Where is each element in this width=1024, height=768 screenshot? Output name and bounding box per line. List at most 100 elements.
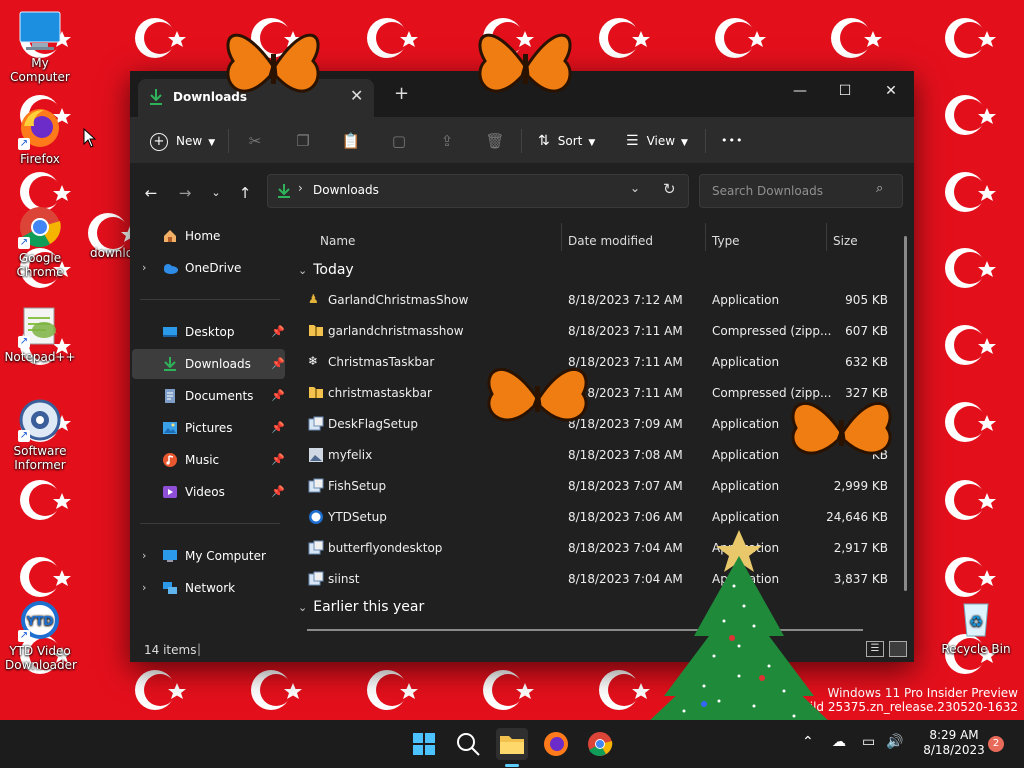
column-header-date-modified[interactable]: Date modified: [568, 229, 653, 253]
sidebar-item-network[interactable]: › Network: [132, 573, 285, 603]
volume-icon[interactable]: 🔊: [886, 734, 903, 750]
chevron-right-icon[interactable]: ›: [142, 253, 146, 283]
garland-icon: ♟: [308, 292, 319, 306]
cut-icon[interactable]: ✂: [243, 129, 267, 153]
search-icon[interactable]: ⌕: [876, 181, 883, 196]
chevron-down-icon: ▼: [208, 138, 216, 148]
status-divider: |: [197, 642, 202, 656]
column-header-size[interactable]: Size: [833, 229, 858, 253]
desktop-icon-google-chrome[interactable]: ↗ Google Chrome: [0, 205, 80, 279]
sort-button[interactable]: ⇅ Sort ▼: [538, 129, 595, 153]
column-header-name[interactable]: Name: [320, 229, 355, 253]
onedrive-offline-icon[interactable]: ☁: [832, 734, 846, 750]
table-row[interactable]: FishSetup 8/18/2023 7:07 AM Application …: [298, 471, 906, 502]
pin-icon[interactable]: 📌: [271, 317, 285, 347]
chevron-right-icon[interactable]: ›: [142, 541, 146, 571]
pin-icon[interactable]: 📌: [271, 413, 285, 443]
firefox-icon: ↗: [18, 106, 62, 150]
up-arrow-icon[interactable]: ↑: [233, 181, 257, 205]
butterfly-decoration-icon: [791, 401, 892, 455]
chevron-right-icon[interactable]: ›: [142, 573, 146, 603]
table-row[interactable]: garlandchristmasshow 8/18/2023 7:11 AM C…: [298, 316, 906, 347]
breadcrumb-downloads[interactable]: Downloads: [313, 183, 379, 197]
share-icon[interactable]: ⇪: [435, 129, 459, 153]
chevron-down-icon[interactable]: ⌄: [630, 181, 640, 195]
paste-icon[interactable]: 📋: [339, 129, 363, 153]
sidebar-item-downloads[interactable]: Downloads 📌: [132, 349, 285, 379]
sidebar-item-documents[interactable]: Documents 📌: [132, 381, 285, 411]
sidebar-item-my-computer[interactable]: › My Computer: [132, 541, 285, 571]
taskbar-chrome[interactable]: [584, 728, 616, 760]
sidebar-item-desktop[interactable]: Desktop 📌: [132, 317, 285, 347]
desktop-icon-notepad-plus-plus[interactable]: ↗ Notepad++: [0, 304, 80, 364]
desktop-icon-my-computer[interactable]: My Computer: [0, 10, 80, 84]
svg-text:♻: ♻: [969, 612, 983, 631]
tiles-view-icon[interactable]: [889, 641, 907, 657]
taskbar-firefox[interactable]: [540, 728, 572, 760]
setup-icon: [308, 478, 324, 494]
address-bar[interactable]: › Downloads ⌄ ↻: [267, 174, 689, 208]
close-tab-icon[interactable]: ✕: [350, 86, 363, 105]
recycle-bin-icon: ♻: [954, 596, 998, 640]
new-button[interactable]: + New ▼: [150, 129, 215, 153]
desktop-icon-firefox[interactable]: ↗ Firefox: [0, 106, 80, 166]
sidebar-item-music[interactable]: Music 📌: [132, 445, 285, 475]
back-arrow-icon[interactable]: ←: [139, 181, 163, 205]
delete-icon[interactable]: 🗑: [483, 129, 507, 153]
close-window-button[interactable]: ✕: [868, 77, 914, 105]
sidebar-item-pictures[interactable]: Pictures 📌: [132, 413, 285, 443]
group-header-earlier-this-year[interactable]: ⌄ Earlier this year: [298, 599, 424, 615]
chevron-down-icon: ⌄: [298, 264, 308, 277]
details-view-icon[interactable]: ☰: [866, 641, 884, 657]
pin-icon[interactable]: 📌: [271, 381, 285, 411]
column-header-type[interactable]: Type: [712, 229, 740, 253]
firefox-icon: [544, 732, 568, 756]
maximize-button[interactable]: ☐: [822, 77, 868, 105]
column-separator[interactable]: [705, 223, 706, 251]
refresh-icon[interactable]: ↻: [663, 180, 676, 198]
more-options-button[interactable]: •••: [721, 129, 743, 153]
pin-icon[interactable]: 📌: [271, 349, 285, 379]
pin-icon[interactable]: 📌: [271, 477, 285, 507]
network-status-icon[interactable]: ▭: [862, 734, 875, 750]
shortcut-arrow-icon: ↗: [18, 138, 30, 150]
snowflake-icon: ❄: [308, 354, 319, 368]
show-hidden-icons-chevron-icon[interactable]: ⌃: [802, 734, 814, 750]
sort-icon: ⇅: [538, 133, 550, 149]
sidebar-item-home[interactable]: Home: [132, 221, 285, 251]
setup-icon: [308, 416, 324, 432]
desktop-icon-ytd-video-downloader[interactable]: YTD ↗ YTD Video Downloader: [0, 598, 80, 672]
taskbar-search-button[interactable]: [452, 728, 484, 760]
view-button[interactable]: ☰ View ▼: [626, 129, 688, 153]
search-input[interactable]: [710, 183, 874, 199]
table-row[interactable]: ❄ ChristmasTaskbar 8/18/2023 7:11 AM App…: [298, 347, 906, 378]
desktop-icon-software-informer[interactable]: ↗ Software Informer: [0, 398, 80, 472]
plus-circle-icon: +: [150, 132, 168, 151]
desktop-icon-recycle-bin[interactable]: ♻ Recycle Bin: [936, 596, 1016, 656]
zip-folder-icon: [308, 323, 324, 339]
zip-folder-icon: [308, 385, 324, 401]
sidebar-item-videos[interactable]: Videos 📌: [132, 477, 285, 507]
chrome-icon: [588, 732, 613, 756]
chevron-down-icon: ▼: [588, 138, 596, 148]
new-tab-icon[interactable]: +: [394, 83, 409, 104]
rename-icon[interactable]: ▢: [387, 129, 411, 153]
minimize-button[interactable]: —: [777, 77, 823, 105]
column-separator[interactable]: [561, 223, 562, 251]
recent-locations-chevron-icon[interactable]: ⌄: [204, 181, 228, 205]
column-separator[interactable]: [826, 223, 827, 251]
copy-icon[interactable]: ❐: [291, 129, 315, 153]
notification-badge[interactable]: 2: [988, 736, 1004, 752]
start-button[interactable]: [408, 728, 440, 760]
sidebar-item-onedrive[interactable]: › OneDrive: [132, 253, 285, 283]
search-box[interactable]: ⌕: [699, 174, 903, 208]
vertical-scrollbar[interactable]: [904, 236, 907, 591]
group-header-today[interactable]: ⌄ Today: [298, 262, 354, 278]
table-row[interactable]: ♟ GarlandChristmasShow 8/18/2023 7:12 AM…: [298, 285, 906, 316]
taskbar-file-explorer[interactable]: [496, 728, 528, 760]
toolbar-separator: [228, 129, 229, 153]
forward-arrow-icon[interactable]: →: [173, 181, 197, 205]
pin-icon[interactable]: 📌: [271, 445, 285, 475]
system-clock[interactable]: 8:29 AM 8/18/2023: [916, 728, 992, 758]
download-arrow-icon: [278, 184, 290, 198]
